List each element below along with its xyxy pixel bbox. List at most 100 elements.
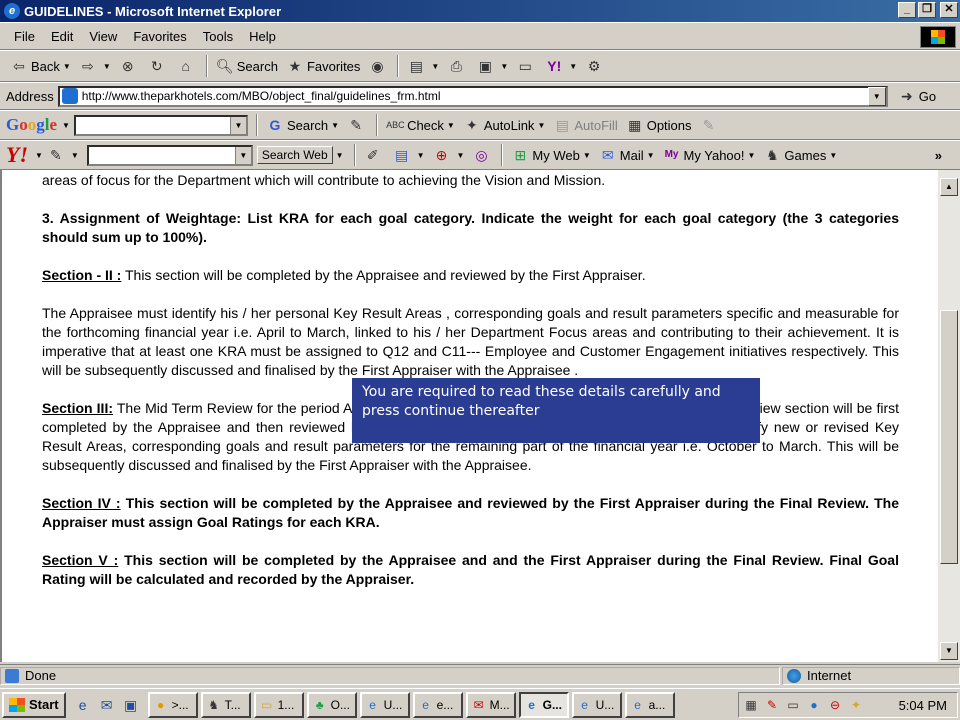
scroll-thumb[interactable]: [940, 310, 958, 564]
pagerank-icon: ✎: [350, 117, 362, 133]
start-button[interactable]: Start: [2, 691, 66, 718]
show-desktop-icon[interactable]: ▣: [122, 696, 140, 714]
address-bar: Address http://www.theparkhotels.com/MBO…: [0, 82, 960, 110]
antivirus-icon[interactable]: ✎: [764, 697, 780, 713]
games-button[interactable]: ♞ Games ▼: [759, 146, 841, 164]
yahoo-highlight-button[interactable]: ✐: [360, 146, 389, 164]
internet-zone-icon: [787, 668, 801, 683]
display-icon[interactable]: ▭: [785, 697, 801, 713]
spell-check-button[interactable]: ABC Check ▼: [382, 116, 459, 134]
edit-button[interactable]: ▣ ▼: [472, 57, 512, 75]
magnifier-icon: 🔍︎: [215, 58, 234, 74]
my-yahoo-button[interactable]: My My Yahoo! ▼: [659, 146, 760, 164]
menu-help[interactable]: Help: [241, 29, 284, 44]
ie-icon: e: [634, 697, 641, 712]
options-button[interactable]: ▦ Options: [622, 116, 696, 134]
print-button[interactable]: ⎙: [443, 57, 472, 75]
taskbar-item[interactable]: ✉ M...: [465, 691, 516, 718]
app-icon: ♣: [315, 697, 324, 712]
google-logo[interactable]: Google: [6, 115, 57, 135]
network-icon[interactable]: ▦: [743, 697, 759, 713]
yahoo-logo[interactable]: Y!: [6, 142, 28, 168]
search-web-button[interactable]: Search Web: [256, 146, 333, 164]
media-button[interactable]: ◉: [364, 57, 393, 75]
taskbar-item[interactable]: ● >...: [147, 691, 198, 718]
yahoo-layout-button[interactable]: ▤ ▼: [389, 146, 429, 164]
google-search-button[interactable]: G Search ▼: [262, 116, 343, 134]
paragraph-weightage: 3. Assignment of Weightage: List KRA for…: [42, 210, 899, 245]
google-search-input[interactable]: ▼: [73, 114, 248, 136]
stop-icon: ⊗: [121, 58, 134, 74]
taskbar-item-active[interactable]: e G...: [518, 691, 569, 718]
stop-button[interactable]: ⊗: [115, 57, 144, 75]
back-arrow-icon: ⇦: [13, 58, 25, 74]
security-zone: Internet: [807, 668, 852, 683]
menu-file[interactable]: File: [6, 29, 43, 44]
menu-view[interactable]: View: [81, 29, 125, 44]
ie-quicklaunch-icon[interactable]: e: [74, 696, 92, 714]
maximize-button[interactable]: ❐: [918, 2, 936, 18]
favorites-button[interactable]: ★ Favorites: [282, 57, 364, 75]
ie-icon: e: [4, 3, 20, 19]
favorites-icon: ★: [288, 58, 302, 74]
taskbar-item[interactable]: ♣ O...: [306, 691, 357, 718]
quick-launch: e ✉ ▣: [74, 696, 140, 714]
minimize-button[interactable]: _: [898, 2, 916, 18]
yahoo-antispy-button[interactable]: ⊕ ▼: [429, 146, 469, 164]
ie-icon: e: [528, 697, 535, 712]
folder-icon: ▭: [260, 697, 273, 712]
security-icon[interactable]: ⊖: [827, 697, 843, 713]
windows-flag-icon: [9, 697, 25, 712]
address-dropdown[interactable]: ▼: [867, 86, 886, 106]
menu-bar: File Edit View Favorites Tools Help: [0, 22, 960, 50]
discuss-button[interactable]: ▭: [512, 57, 541, 75]
menu-edit[interactable]: Edit: [43, 29, 81, 44]
mail-button[interactable]: ✉ Mail ▼: [595, 146, 659, 164]
highlight-button[interactable]: ✎: [696, 116, 725, 134]
status-text: Done: [25, 668, 57, 683]
search-button[interactable]: 🔍︎ Search: [212, 57, 282, 75]
address-input[interactable]: http://www.theparkhotels.com/MBO/object_…: [57, 85, 888, 107]
menu-tools[interactable]: Tools: [195, 29, 241, 44]
back-button[interactable]: ⇦ Back ▼: [6, 57, 75, 75]
go-arrow-icon: ➜: [900, 88, 913, 104]
pagerank-button[interactable]: ✎: [343, 116, 372, 134]
refresh-button[interactable]: ↻: [144, 57, 173, 75]
app-icon: ♞: [208, 697, 219, 712]
my-web-button[interactable]: ⊞ My Web ▼: [507, 146, 594, 164]
yahoo-pencil-button[interactable]: ✎ ▼: [43, 146, 83, 164]
taskbar-item[interactable]: ♞ T...: [200, 691, 251, 718]
mail-icon: ✉: [601, 147, 614, 163]
yahoo-messenger-button[interactable]: Y! ▼: [541, 57, 581, 75]
scroll-up-button[interactable]: ▲: [940, 178, 958, 196]
research-icon: ⚙: [587, 58, 601, 74]
autofill-button[interactable]: ▤ AutoFill: [549, 116, 621, 134]
close-button[interactable]: ✕: [940, 2, 958, 18]
history-button[interactable]: ▤ ▼: [403, 57, 443, 75]
autolink-button[interactable]: ✦ AutoLink ▼: [459, 116, 550, 134]
mail-icon: ✉: [473, 697, 484, 712]
yahoo-search-input[interactable]: ▼: [86, 144, 253, 166]
window-title: GUIDELINES - Microsoft Internet Explorer: [24, 3, 282, 19]
messenger-icon[interactable]: ●: [806, 697, 822, 713]
taskbar-item[interactable]: e a...: [624, 691, 675, 718]
update-icon[interactable]: ✦: [848, 697, 864, 713]
research-button[interactable]: ⚙: [581, 57, 610, 75]
scroll-down-button[interactable]: ▼: [940, 642, 958, 660]
yahoo-360-button[interactable]: ◎: [468, 146, 497, 164]
forward-button[interactable]: ⇨ ▼: [75, 57, 115, 75]
taskbar-item[interactable]: ▭ 1...: [253, 691, 304, 718]
paragraph-section-5: Section V : This section will be complet…: [42, 552, 899, 587]
toolbar-overflow-chevron[interactable]: »: [931, 148, 946, 163]
vertical-scrollbar[interactable]: ▲ ▼: [938, 170, 960, 662]
paragraph-focus-areas: areas of focus for the Department which …: [42, 172, 606, 188]
taskbar-item[interactable]: e U...: [359, 691, 410, 718]
taskbar-item[interactable]: e U...: [571, 691, 622, 718]
section-4-heading: Section IV :: [42, 495, 121, 511]
taskbar-item[interactable]: e e...: [412, 691, 463, 718]
address-label: Address: [6, 88, 54, 104]
home-button[interactable]: ⌂: [173, 57, 202, 75]
outlook-quicklaunch-icon[interactable]: ✉: [98, 696, 116, 714]
menu-favorites[interactable]: Favorites: [125, 29, 194, 44]
go-button[interactable]: ➜ Go: [898, 87, 936, 105]
